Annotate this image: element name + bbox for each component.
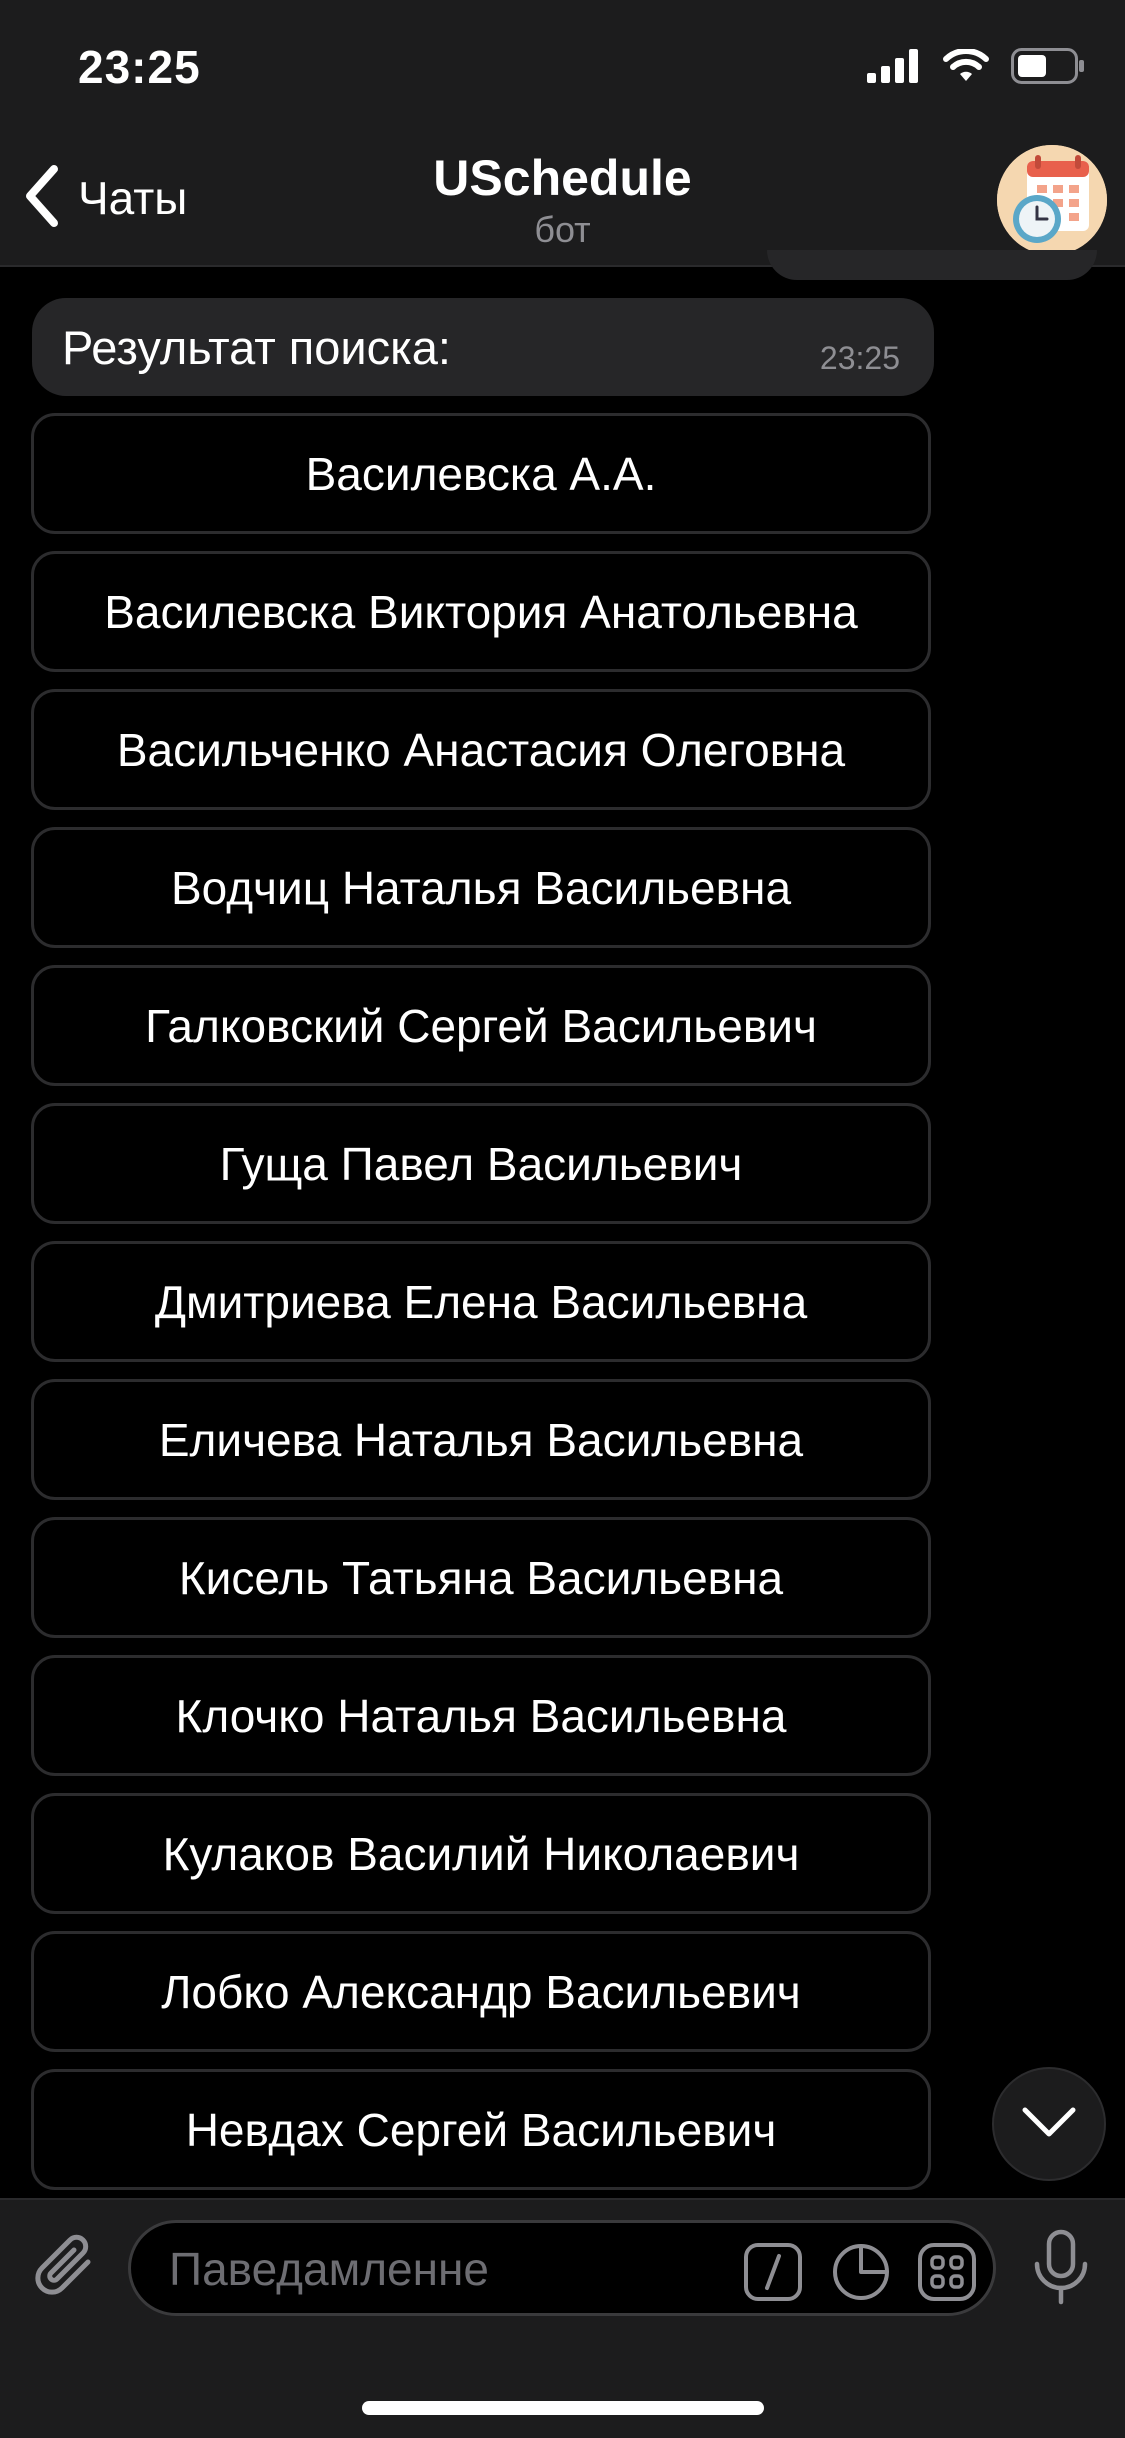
slash-command-icon[interactable] <box>743 2242 803 2302</box>
nav-bar: Чаты USchedule бот <box>0 135 1125 267</box>
message-field <box>128 2220 996 2316</box>
inline-button[interactable]: Невдах Сергей Васильевич <box>31 2069 931 2190</box>
status-bar: 23:25 <box>0 0 1125 135</box>
paperclip-icon <box>35 2234 91 2295</box>
battery-icon <box>1011 47 1085 89</box>
inline-button[interactable]: Василевска А.А. <box>31 413 931 534</box>
chevron-down-icon <box>1021 2106 1077 2143</box>
inline-button[interactable]: Кулаков Василий Николаевич <box>31 1793 931 1914</box>
home-indicator <box>362 2401 764 2415</box>
inline-button[interactable]: Кисель Татьяна Васильевна <box>31 1517 931 1638</box>
sticker-icon[interactable] <box>831 2242 891 2302</box>
message-bubble: Результат поиска: 23:25 <box>32 298 934 396</box>
inline-button[interactable]: Клочко Наталья Васильевна <box>31 1655 931 1776</box>
inline-button[interactable]: Васильченко Анастасия Олеговна <box>31 689 931 810</box>
keyboard-grid-icon[interactable] <box>917 2242 977 2302</box>
message-input-bar <box>0 2198 1125 2438</box>
chat-title: USchedule <box>433 150 692 206</box>
scroll-down-button[interactable] <box>992 2067 1106 2181</box>
signal-icon <box>867 48 921 88</box>
inline-button[interactable]: Водчиц Наталья Васильевна <box>31 827 931 948</box>
attach-button[interactable] <box>30 2230 106 2306</box>
bot-avatar[interactable] <box>997 145 1107 255</box>
status-icons <box>867 47 1085 89</box>
inline-button[interactable]: Лобко Александр Васильевич <box>31 1931 931 2052</box>
status-time: 23:25 <box>78 41 201 93</box>
microphone-icon <box>1034 2229 1088 2305</box>
inline-button[interactable]: Василевска Виктория Анатольевна <box>31 551 931 672</box>
chat-subtitle: бот <box>534 209 591 250</box>
message-text: Результат поиска: <box>62 321 451 374</box>
inline-button[interactable]: Галковский Сергей Васильевич <box>31 965 931 1086</box>
inline-button[interactable]: Гуща Павел Васильевич <box>31 1103 931 1224</box>
message-input[interactable] <box>167 2235 731 2303</box>
inline-button[interactable]: Дмитриева Елена Васильевна <box>31 1241 931 1362</box>
calendar-clock-icon <box>997 145 1107 255</box>
wifi-icon <box>943 47 989 88</box>
microphone-button[interactable] <box>1026 2228 1096 2308</box>
inline-button[interactable]: Еличева Наталья Васильевна <box>31 1379 931 1500</box>
message-time: 23:25 <box>819 340 900 376</box>
previous-message-bubble <box>767 250 1097 280</box>
chat-title-block[interactable]: USchedule бот <box>0 149 1125 251</box>
